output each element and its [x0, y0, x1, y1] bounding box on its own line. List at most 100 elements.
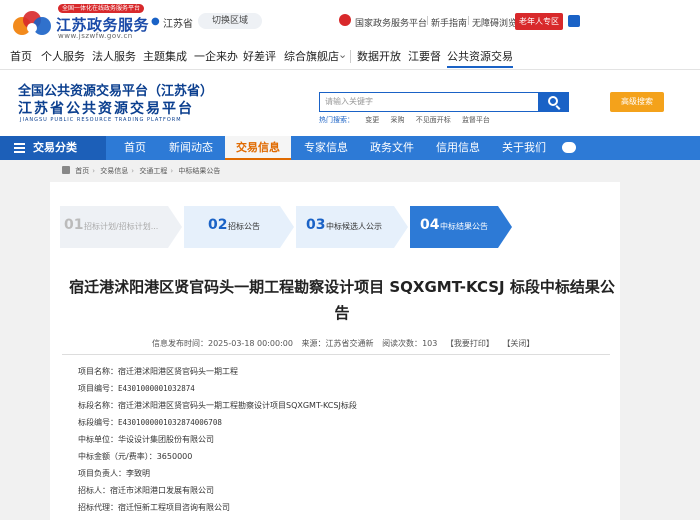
step-number: 01	[64, 217, 84, 233]
main-nav: 交易分类 首页 新闻动态 交易信息 专家信息 政务文件 信用信息 关于我们	[0, 136, 700, 160]
gov-nav-legal[interactable]: 法人服务	[92, 48, 136, 68]
step-label: 中标结果公告	[440, 222, 488, 231]
platform-title-province[interactable]: 江苏省公共资源交易平台	[18, 98, 194, 118]
gov-nav-open-data[interactable]: 数据开放	[357, 48, 401, 68]
switch-region-button[interactable]: 切换区域	[198, 13, 262, 29]
field-section-code: 标段编号：E4301000001032874006708	[78, 417, 222, 428]
field-project-code: 项目编号：E4301000001032874	[78, 383, 195, 394]
views-label: 阅读次数：	[382, 339, 423, 348]
advanced-search-button[interactable]: 高级搜索	[610, 92, 664, 112]
menu-icon	[14, 143, 25, 155]
field-value: 华设设计集团股份有限公司	[118, 435, 214, 444]
field-label: 招标代理：	[78, 503, 118, 512]
article-title: 宿迁港沭阳港区贤官码头一期工程勘察设计项目 SQXGMT-KCSJ 标段中标结果…	[69, 278, 615, 322]
hot-search-item[interactable]: 不见面开标	[416, 116, 451, 124]
field-label: 项目负责人：	[78, 469, 126, 478]
close-button[interactable]: 【关闭】	[502, 339, 534, 348]
step-label: 招标计划/招标计划...	[84, 222, 159, 231]
step-number: 04	[420, 217, 440, 233]
step-arrow	[280, 206, 294, 248]
field-value: 3650000	[156, 452, 193, 461]
field-value: 宿迁港沭阳港区贤官码头一期工程	[118, 367, 238, 376]
main-nav-about[interactable]: 关于我们	[494, 136, 554, 160]
field-agent: 招标代理：宿迁恒新工程项目咨询有限公司	[78, 502, 230, 513]
main-nav-news[interactable]: 新闻动态	[162, 136, 220, 160]
step-arrow	[394, 206, 408, 248]
site-header: 全国公共资源交易平台（江苏省） 江苏省公共资源交易平台 JIANGSU PUBL…	[0, 70, 700, 136]
article-meta: 信息发布时间：2025-03-18 00:00:00 来源：江苏省交通新 阅读次…	[152, 338, 534, 349]
gov-slogan: 全国一体化在线政务服务平台	[58, 4, 145, 13]
trade-category-label: 交易分类	[33, 141, 77, 154]
publish-time-label: 信息发布时间：	[152, 339, 208, 348]
link-national-gov-service[interactable]: 国家政务服务平台	[355, 16, 427, 29]
field-tenderer: 招标人：宿迁市沭阳港口发展有限公司	[78, 485, 214, 496]
field-value: E4301000001032874	[118, 384, 195, 393]
field-value: E4301000001032874006708	[118, 418, 222, 427]
trade-category-menu[interactable]: 交易分类	[0, 136, 106, 160]
field-label: 标段编号：	[78, 418, 118, 427]
chevron-down-icon[interactable]: ⌄	[338, 48, 347, 68]
gov-nav-home[interactable]: 首页	[10, 48, 32, 68]
main-nav-credit[interactable]: 信用信息	[428, 136, 488, 160]
hot-search-item[interactable]: 监督平台	[462, 116, 490, 124]
field-value: 宿迁港沭阳港区贤官码头一期工程勘察设计项目SQXGMT-KCSJ标段	[118, 401, 357, 410]
field-value: 宿迁市沭阳港口发展有限公司	[110, 486, 214, 495]
link-newbie-guide[interactable]: 新手指南	[431, 16, 467, 29]
gov-nav-themes[interactable]: 主题集成	[143, 48, 187, 68]
platform-title-national[interactable]: 全国公共资源交易平台（江苏省）	[18, 80, 213, 99]
gov-nav-public-resource[interactable]: 公共资源交易	[447, 48, 513, 68]
search-input[interactable]: 请输入关键字	[319, 92, 539, 112]
breadcrumb-item: 中标结果公告	[178, 167, 221, 175]
step-number: 02	[208, 217, 228, 233]
views-count: 103	[422, 339, 438, 348]
step-arrow	[168, 206, 182, 248]
platform-title-english: JIANGSU PUBLIC RESOURCE TRADING PLATFORM	[20, 117, 182, 123]
publish-time: 2025-03-18 00:00:00	[208, 339, 293, 348]
gov-nav-flagship[interactable]: 综合旗舰店	[284, 48, 339, 68]
step-2[interactable]: 02 招标公告	[184, 206, 280, 248]
main-nav-trade-info[interactable]: 交易信息	[225, 136, 291, 160]
step-label: 招标公告	[228, 222, 260, 231]
wechat-icon[interactable]	[568, 15, 580, 27]
field-label: 项目名称：	[78, 367, 118, 376]
main-nav-experts[interactable]: 专家信息	[296, 136, 356, 160]
field-project-leader: 项目负责人：李致明	[78, 468, 150, 479]
field-label: 中标金额（元/费率）：	[78, 452, 157, 461]
breadcrumb-item[interactable]: 交通工程	[139, 167, 167, 175]
main-nav-home[interactable]: 首页	[110, 136, 160, 160]
breadcrumb-item[interactable]: 首页	[75, 167, 89, 175]
print-button[interactable]: 【我要打印】	[446, 339, 494, 348]
step-4[interactable]: 04 中标结果公告	[410, 206, 498, 248]
field-label: 招标人：	[78, 486, 110, 495]
field-value: 宿迁恒新工程项目咨询有限公司	[118, 503, 230, 512]
field-label: 项目编号：	[78, 384, 118, 393]
gov-nav-supervise[interactable]: 江要督	[408, 48, 441, 68]
step-1[interactable]: 01 招标计划/招标计划...	[60, 206, 168, 248]
search-button[interactable]	[539, 92, 569, 112]
gov-nav-personal[interactable]: 个人服务	[41, 48, 85, 68]
hot-search-item[interactable]: 采购	[390, 116, 404, 124]
chat-icon[interactable]	[562, 142, 576, 153]
field-section-name: 标段名称：宿迁港沭阳港区贤官码头一期工程勘察设计项目SQXGMT-KCSJ标段	[78, 400, 357, 411]
step-number: 03	[306, 217, 326, 233]
gov-site-url: www.jszwfw.gov.cn	[58, 32, 133, 40]
gov-nav-enterprise[interactable]: 一企来办	[194, 48, 238, 68]
hot-search-item[interactable]: 变更	[365, 116, 379, 124]
process-steps: 01 招标计划/招标计划... 02 招标公告 03 中标候选人公示 04 中标…	[60, 206, 512, 248]
field-amount: 中标金额（元/费率）：3650000	[78, 451, 192, 462]
gov-nav-rating[interactable]: 好差评	[243, 48, 276, 68]
step-label: 中标候选人公示	[326, 222, 382, 231]
main-nav-policy[interactable]: 政务文件	[362, 136, 422, 160]
current-location: 江苏省	[163, 19, 193, 30]
jszwfw-logo-icon[interactable]	[8, 6, 56, 38]
link-accessibility[interactable]: 无障碍浏览	[472, 16, 517, 29]
national-emblem-icon	[339, 14, 351, 26]
elder-mode-button[interactable]: 老年人专区	[515, 13, 563, 30]
divider	[62, 354, 610, 355]
step-3[interactable]: 03 中标候选人公示	[296, 206, 394, 248]
breadcrumb-item[interactable]: 交易信息	[100, 167, 128, 175]
gov-topbar: 全国一体化在线政务服务平台 江苏政务服务 www.jszwfw.gov.cn ●…	[0, 0, 700, 44]
source: 江苏省交通新	[325, 339, 374, 348]
field-winner: 中标单位：华设设计集团股份有限公司	[78, 434, 214, 445]
divider: |	[467, 16, 471, 26]
